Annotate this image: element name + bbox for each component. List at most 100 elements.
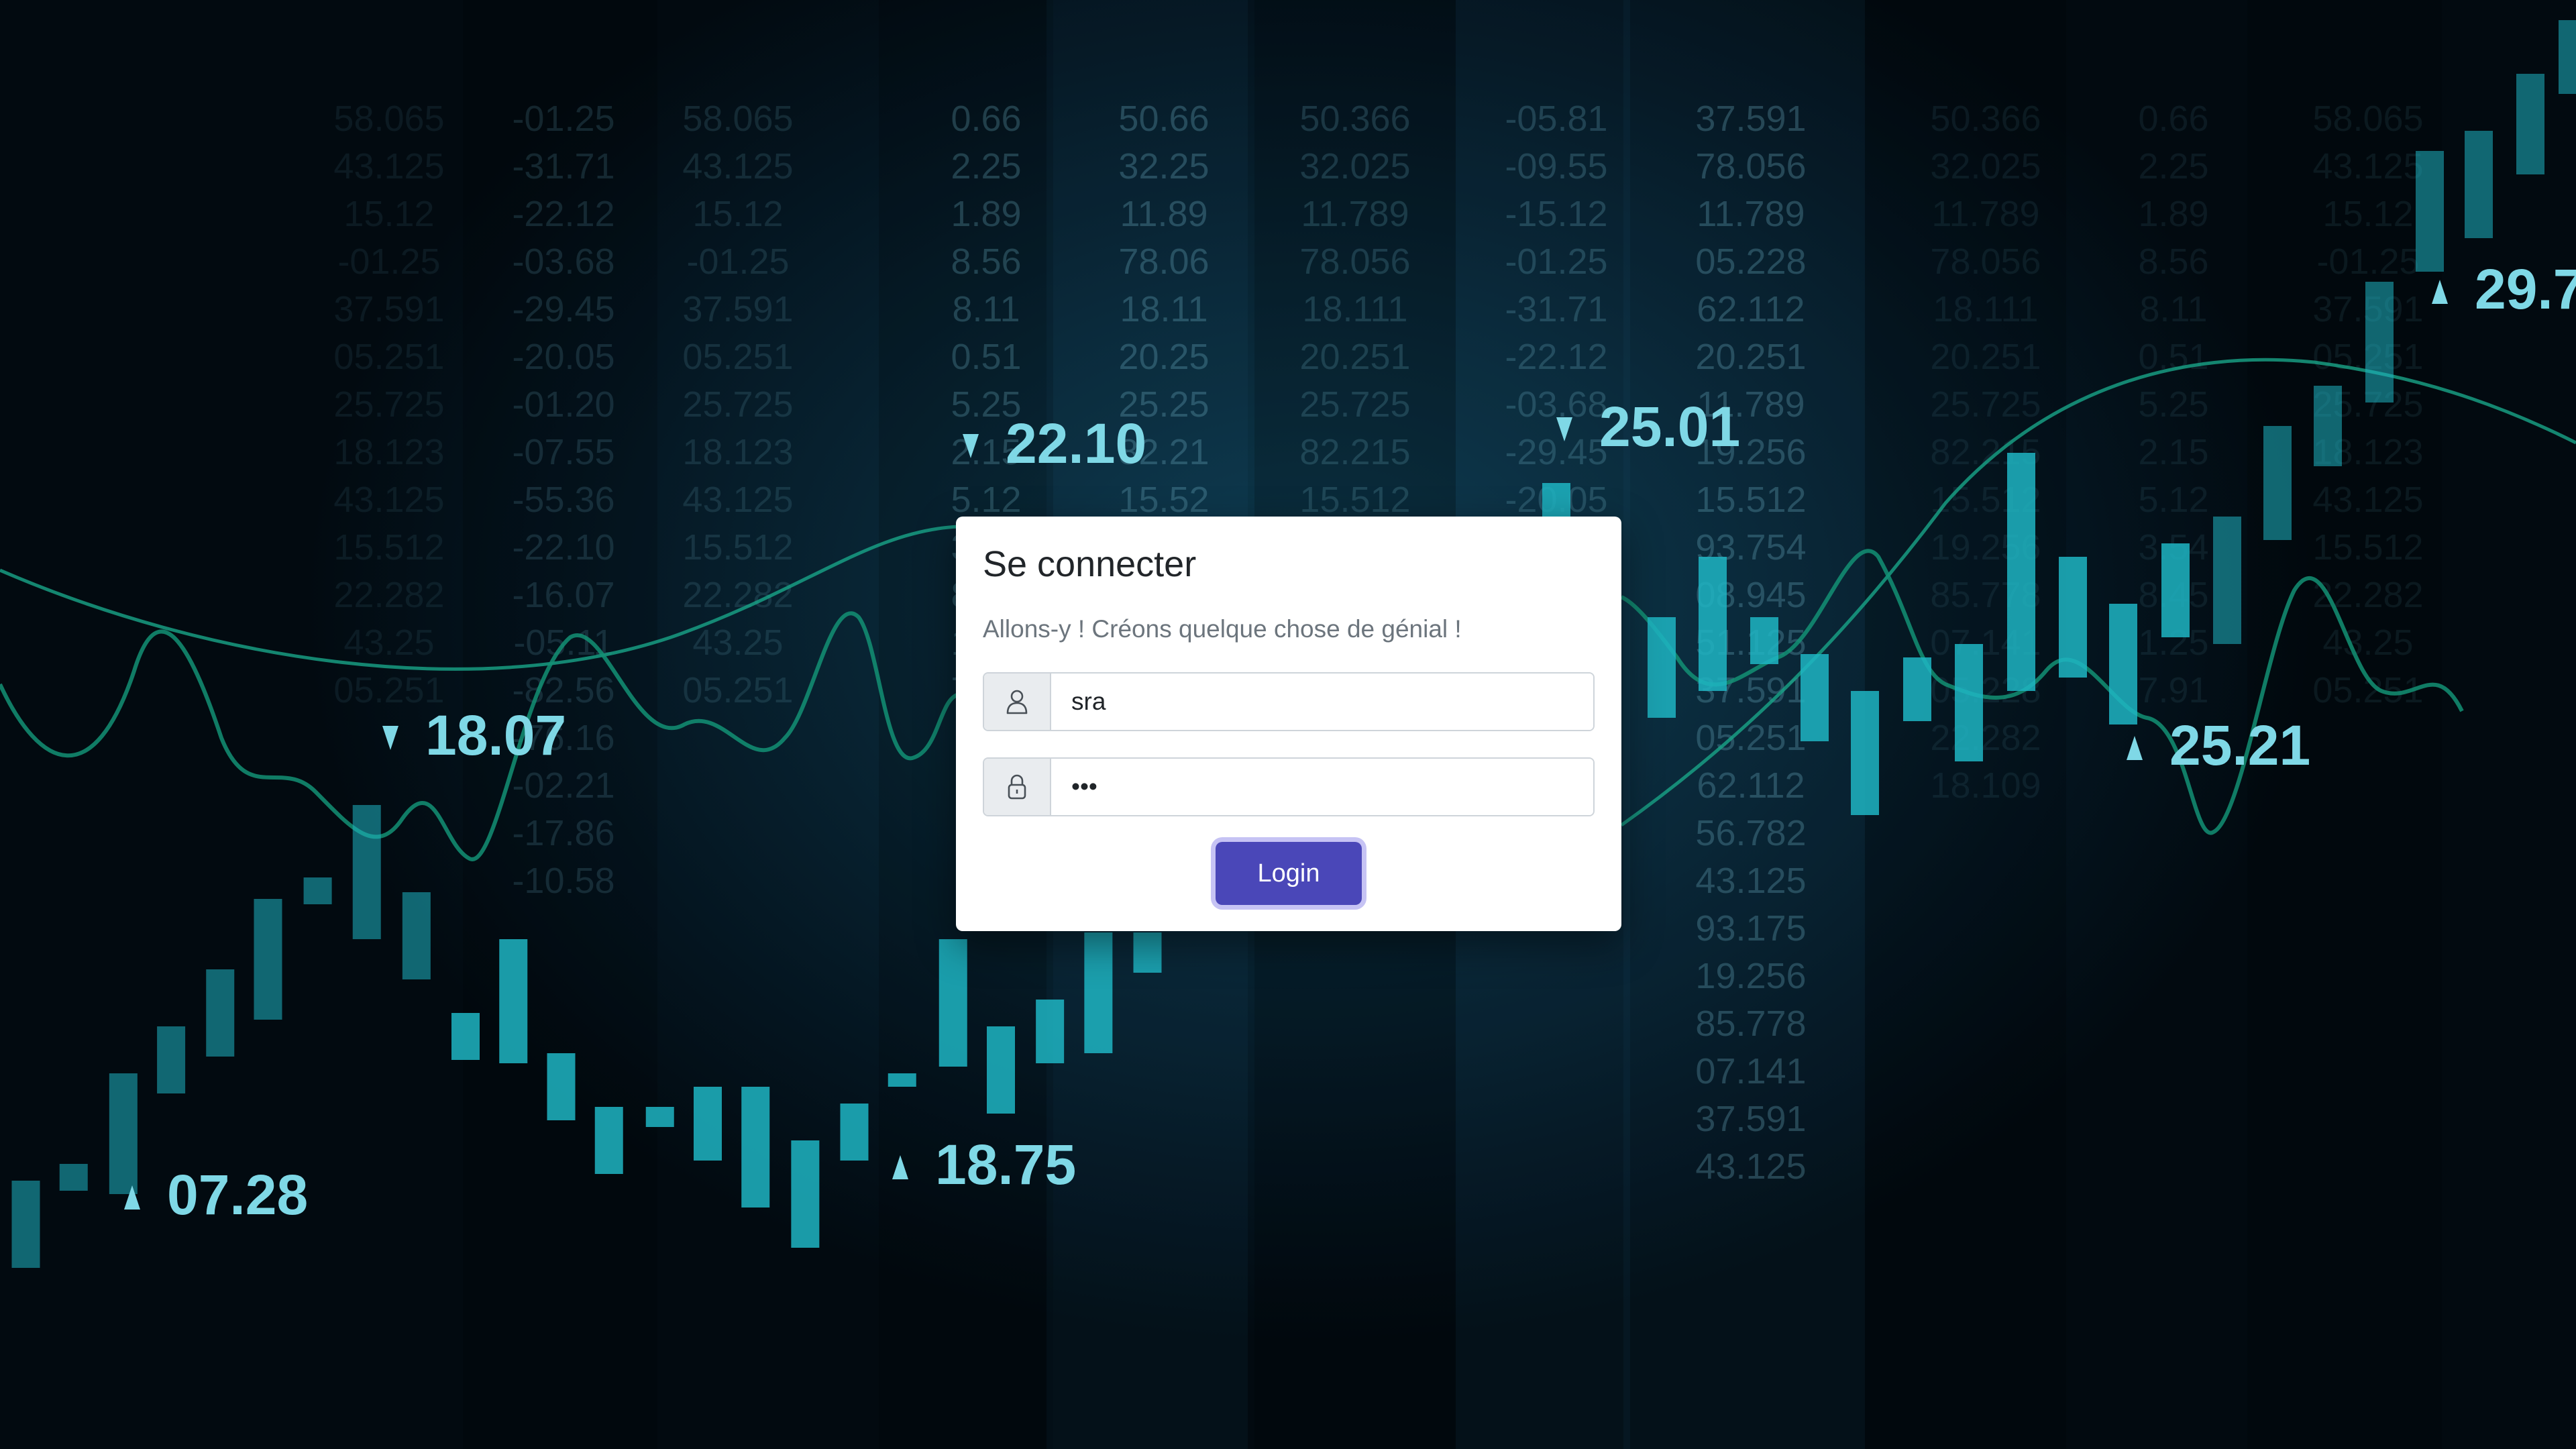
ticker-number: 15.512 <box>333 527 444 568</box>
candlestick <box>451 1013 480 1060</box>
ticker-number: 8.11 <box>952 289 1020 329</box>
ticker-number: 15.12 <box>692 194 783 234</box>
password-input[interactable] <box>1051 759 1593 815</box>
candlestick <box>1036 1000 1065 1063</box>
ticker-number: -16.07 <box>512 575 614 615</box>
candlestick <box>1133 932 1162 973</box>
candlestick <box>1084 932 1113 1053</box>
ticker-number: 43.25 <box>692 623 783 663</box>
candlestick <box>2213 517 2241 644</box>
ticker-number: 43.125 <box>2312 480 2423 520</box>
ticker-number: 15.512 <box>1695 480 1806 520</box>
ticker-number: 05.251 <box>682 337 793 377</box>
ticker-number: -09.55 <box>1505 146 1607 186</box>
ticker-number: 2.25 <box>951 146 1021 186</box>
ticker-number: 58.065 <box>2312 99 2423 139</box>
ticker-number: 15.52 <box>1118 480 1209 520</box>
ticker-number: -22.12 <box>512 194 614 234</box>
ticker-number: 7.91 <box>2138 670 2208 710</box>
login-button[interactable]: Login <box>1216 842 1362 905</box>
lock-icon <box>984 759 1051 815</box>
candlestick <box>694 1087 722 1161</box>
ticker-number: 43.125 <box>1695 1146 1806 1187</box>
ticker-number: -07.55 <box>512 432 614 472</box>
ticker-number: 93.175 <box>1695 908 1806 949</box>
ticker-number: 25.725 <box>682 384 793 425</box>
candlestick <box>2059 557 2087 678</box>
candlestick <box>352 805 381 939</box>
ticker-number: 20.25 <box>1118 337 1209 377</box>
ticker-number: 11.89 <box>1120 194 1208 234</box>
candlestick <box>499 939 528 1063</box>
price-label: 29.75 <box>2475 258 2576 321</box>
candlestick <box>840 1104 869 1161</box>
ticker-number: 37.591 <box>1695 1099 1806 1139</box>
candlestick <box>402 892 431 979</box>
ticker-number: 22.282 <box>333 575 444 615</box>
candlestick <box>987 1026 1015 1114</box>
ticker-number: 2.25 <box>2138 146 2208 186</box>
ticker-number: 78.056 <box>1299 241 1410 282</box>
ticker-number: 43.25 <box>343 623 434 663</box>
ticker-number: 8.56 <box>951 241 1021 282</box>
ticker-number: -29.45 <box>512 289 614 329</box>
candlestick <box>157 1026 186 1093</box>
ticker-number: -03.68 <box>1505 384 1607 425</box>
candlestick <box>2365 282 2394 402</box>
username-input[interactable] <box>1051 674 1593 730</box>
ticker-number: -22.10 <box>512 527 614 568</box>
ticker-number: 43.25 <box>2322 623 2413 663</box>
ticker-number: -01.20 <box>512 384 614 425</box>
ticker-number: -01.25 <box>2316 241 2419 282</box>
candlestick <box>11 1181 40 1268</box>
ticker-number: 15.12 <box>343 194 434 234</box>
ticker-number: 50.366 <box>1299 99 1410 139</box>
ticker-number: -02.21 <box>512 765 614 806</box>
ticker-number: 43.125 <box>333 146 444 186</box>
ticker-number: 82.215 <box>1299 432 1410 472</box>
candlestick <box>1955 644 1983 761</box>
ticker-number: 32.025 <box>1930 146 2041 186</box>
ticker-number: 1.89 <box>951 194 1021 234</box>
candlestick <box>2516 74 2544 174</box>
candlestick <box>938 939 967 1067</box>
ticker-number: 11.789 <box>1697 194 1805 234</box>
ticker-number: 78.06 <box>1118 241 1209 282</box>
price-direction-icon <box>2127 736 2143 760</box>
ticker-number: 1.89 <box>2138 194 2208 234</box>
ticker-number: -22.12 <box>1505 337 1607 377</box>
price-label: 25.01 <box>1599 395 1740 458</box>
price-label: 07.28 <box>167 1163 308 1226</box>
ticker-number: 43.125 <box>682 480 793 520</box>
ticker-number: -03.68 <box>512 241 614 282</box>
candlestick <box>547 1053 576 1120</box>
ticker-number: 8.56 <box>2138 241 2208 282</box>
ticker-number: 37.591 <box>333 289 444 329</box>
ticker-number: 25.725 <box>1299 384 1410 425</box>
ticker-number: 78.056 <box>1930 241 2041 282</box>
ticker-number: 18.111 <box>1302 289 1407 329</box>
ticker-number: -01.25 <box>1505 241 1607 282</box>
ticker-number: 43.125 <box>1695 861 1806 901</box>
ticker-number: 58.065 <box>333 99 444 139</box>
candlestick <box>645 1107 674 1127</box>
ticker-number: 37.591 <box>682 289 793 329</box>
ticker-number: 25.725 <box>333 384 444 425</box>
candlestick <box>1699 557 1727 691</box>
ticker-number: 2.15 <box>2138 432 2208 472</box>
candlestick <box>2314 386 2342 466</box>
login-card: Se connecter Allons-y ! Créons quelque c… <box>956 517 1621 931</box>
ticker-number: -10.58 <box>512 861 614 901</box>
ticker-number: -31.71 <box>512 146 614 186</box>
candlestick <box>1801 654 1829 741</box>
candlestick <box>1750 617 1778 664</box>
ticker-number: 20.251 <box>1299 337 1410 377</box>
ticker-number: 5.12 <box>951 480 1021 520</box>
ticker-number: 32.025 <box>1299 146 1410 186</box>
candlestick <box>888 1073 916 1087</box>
ticker-number: -01.25 <box>337 241 440 282</box>
ticker-number: 22.282 <box>1930 718 2041 758</box>
ticker-number: 05.251 <box>1695 718 1806 758</box>
ticker-number: 0.51 <box>951 337 1021 377</box>
login-subtitle: Allons-y ! Créons quelque chose de génia… <box>983 615 1462 643</box>
